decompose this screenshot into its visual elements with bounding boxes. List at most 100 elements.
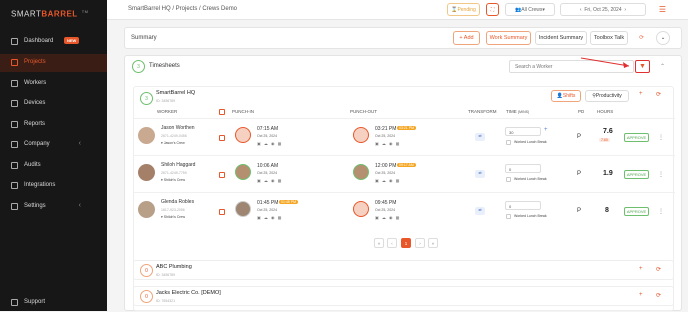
approve-button[interactable]: APPROVE	[624, 133, 649, 142]
main-content: SmartBarrel HQ / Projects / Crews Demo ⌛…	[107, 0, 688, 311]
punch-out-time: 09:45 PM	[375, 200, 397, 206]
toolbox-talk-button[interactable]: Toolbox Talk	[590, 31, 628, 45]
table-row: Glenda Robles 1617-923-2056 ▾ Shiloh's C…	[134, 192, 675, 229]
add-button[interactable]: + Add	[453, 31, 480, 45]
lunch-label: Worked Lunch Break	[514, 177, 547, 181]
refresh-icon[interactable]: ⟳	[633, 31, 650, 45]
crews-select[interactable]: 👥 All Crews ▾	[505, 3, 555, 16]
timesheets-count: 3	[132, 60, 145, 73]
timesheets-panel: 3 Timesheets ▼ ⌃ 3 SmartBarrel HQ ID: 34…	[124, 55, 682, 311]
refresh-icon[interactable]: ⟳	[656, 266, 661, 273]
sidebar-item-company[interactable]: Company ‹	[0, 136, 107, 154]
row-checkbox[interactable]	[219, 135, 225, 141]
punch-in-time: 10:06 AM	[257, 163, 279, 169]
date-picker[interactable]: ‹ Fri, Oct 25, 2024 ›	[560, 3, 646, 16]
more-icon[interactable]: ⋮	[658, 134, 664, 141]
collapse-icon[interactable]: ⌃	[660, 63, 665, 70]
productivity-tab[interactable]: ⚲ Productivity	[585, 90, 629, 102]
last-page-button[interactable]: »	[428, 238, 438, 248]
crew-select[interactable]: ▾ Shiloh's Crew	[161, 178, 185, 182]
reports-icon	[11, 121, 18, 128]
approve-button[interactable]: APPROVE	[624, 207, 649, 216]
punch-in-date: Oct 25, 2024	[257, 171, 278, 175]
avatar	[138, 164, 155, 181]
add-icon[interactable]: +	[639, 266, 643, 272]
more-icon[interactable]: ⋮	[658, 208, 664, 215]
time-input[interactable]: 30	[505, 127, 541, 136]
select-all-checkbox[interactable]	[219, 109, 225, 115]
punch-out-icons: ▣ ☁ ◉ ▦	[375, 215, 401, 220]
page-1-button[interactable]: 1	[401, 238, 411, 248]
sidebar-item-integrations[interactable]: Integrations	[0, 177, 107, 195]
row-checkbox[interactable]	[219, 209, 225, 215]
expand-icon[interactable]: ⛶	[486, 3, 499, 16]
company-id: ID: 3456789	[156, 99, 176, 103]
chevron-left-icon: ‹	[78, 140, 81, 147]
support-icon	[11, 299, 18, 306]
punch-out-badge: 03:21 PM	[397, 126, 416, 130]
annotation-arrow	[580, 57, 630, 68]
audits-icon	[11, 162, 18, 169]
worker-name: Glenda Robles	[161, 199, 195, 205]
company-section: 0 Jacks Electric Co. [DEMO] ID: 7654321 …	[133, 286, 674, 306]
more-icon[interactable]: ⋮	[658, 171, 664, 178]
sidebar-item-projects[interactable]: Projects	[0, 54, 107, 72]
add-icon[interactable]: +	[639, 292, 643, 298]
transform-icon[interactable]: ⇄	[475, 133, 485, 141]
hours-value: 1.9	[603, 170, 613, 177]
sidebar-item-support[interactable]: Support	[0, 294, 107, 312]
summary-panel: Summary + Add Work Summary Incident Summ…	[124, 27, 682, 49]
lunch-checkbox[interactable]	[506, 177, 511, 182]
add-time-icon[interactable]: +	[544, 127, 548, 133]
transform-icon[interactable]: ⇄	[475, 207, 485, 215]
work-summary-button[interactable]: Work Summary	[486, 31, 531, 45]
shifts-tab[interactable]: 👤 Shifts	[551, 90, 581, 102]
integrations-icon	[11, 182, 18, 189]
breadcrumb: SmartBarrel HQ / Projects / Crews Demo	[128, 6, 238, 12]
punch-in-icons: ▣ ☁ ◉ ▦	[257, 178, 283, 183]
sidebar-item-dashboard[interactable]: Dashboard NEW	[0, 33, 107, 51]
worker-id: 2671-4249-7759	[161, 171, 187, 175]
sidebar-item-devices[interactable]: Devices	[0, 95, 107, 113]
header-pd: PD	[578, 109, 585, 114]
refresh-icon[interactable]: ⟳	[656, 292, 661, 299]
row-checkbox[interactable]	[219, 172, 225, 178]
transform-icon[interactable]: ⇄	[475, 170, 485, 178]
header-punch-out: PUNCH-OUT	[350, 109, 377, 114]
filter-icon[interactable]: ▼	[635, 60, 650, 73]
sidebar-item-audits[interactable]: Audits	[0, 157, 107, 175]
time-input[interactable]: 0	[505, 164, 541, 173]
lunch-checkbox[interactable]	[506, 214, 511, 219]
top-bar: SmartBarrel HQ / Projects / Crews Demo ⌛…	[107, 0, 688, 20]
table-row: Shiloh Haggard 2671-4249-7759 ▾ Shiloh's…	[134, 155, 675, 192]
sidebar-item-reports[interactable]: Reports	[0, 116, 107, 134]
punch-in-icons: ▣ ☁ ◉ ▦	[257, 141, 283, 146]
approve-button[interactable]: APPROVE	[624, 170, 649, 179]
next-page-button[interactable]: ›	[415, 238, 425, 248]
chevron-left-icon: ‹	[78, 202, 81, 209]
incident-summary-button[interactable]: Incident Summary	[535, 31, 587, 45]
lunch-checkbox[interactable]	[506, 140, 511, 145]
worker-name: Shiloh Haggard	[161, 162, 196, 168]
add-icon[interactable]: +	[639, 91, 643, 97]
time-input[interactable]: 0	[505, 201, 541, 210]
collapse-icon[interactable]: ⌄	[656, 31, 670, 45]
new-badge: NEW	[64, 37, 80, 44]
sidebar-item-workers[interactable]: Workers	[0, 75, 107, 93]
crew-select[interactable]: ▾ Shiloh's Crew	[161, 215, 185, 219]
dashboard-icon	[11, 38, 18, 45]
company-count: 0	[140, 290, 153, 303]
punch-out-badge: 09:17 AM	[397, 163, 416, 167]
prev-page-button[interactable]: ‹	[387, 238, 397, 248]
punch-out-date: Oct 25, 2024	[375, 134, 396, 138]
company-id: ID: 7654321	[156, 299, 176, 303]
sidebar-item-settings[interactable]: Settings ‹	[0, 198, 107, 216]
first-page-button[interactable]: «	[374, 238, 384, 248]
avatar	[138, 127, 155, 144]
crew-select[interactable]: ▾ Jason's Crew	[161, 141, 185, 145]
punch-in-icons: ▣ ☁ ◉ ▦	[257, 215, 283, 220]
pending-button[interactable]: ⌛ Pending	[447, 3, 480, 16]
menu-icon[interactable]: ☰	[656, 3, 669, 16]
refresh-icon[interactable]: ⟳	[656, 91, 661, 98]
punch-in-time: 01:45 PM	[257, 200, 279, 206]
